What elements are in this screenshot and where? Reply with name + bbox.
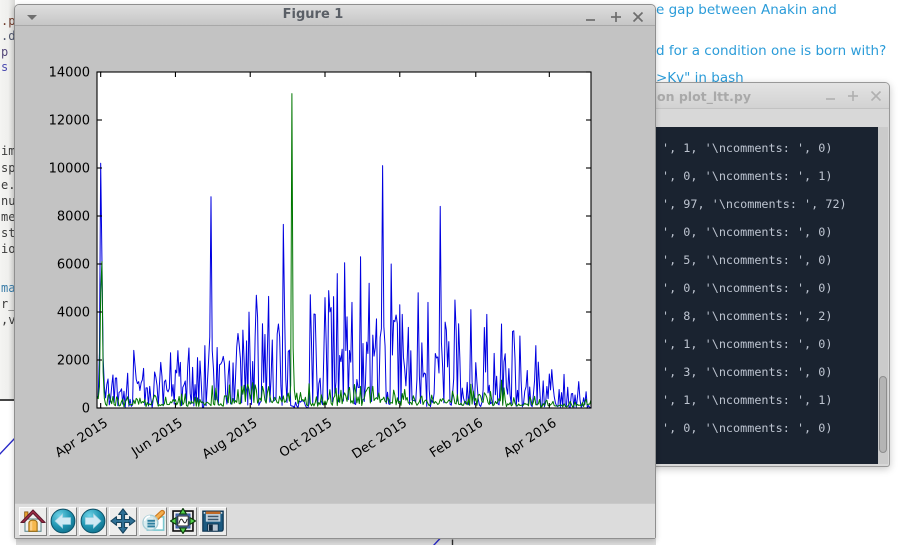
y-tick-label: 12000 [49, 114, 90, 129]
x-tick-label: Aug 2015 [200, 416, 261, 463]
figure-toolbar [15, 503, 655, 538]
editor-code-fragment: p [1, 45, 8, 59]
zoom-button[interactable] [139, 507, 167, 536]
terminal-window[interactable]: on plot_ltt.py ', 1, '\ncomments: ', 0)'… [620, 82, 890, 467]
terminal-output-line: ', 1, '\ncomments: ', 0) [662, 337, 832, 351]
y-tick-label: 8000 [57, 210, 90, 225]
y-tick-label: 10000 [49, 162, 90, 177]
terminal-output-line: ', 1, '\ncomments: ', 1) [662, 393, 832, 407]
terminal-menubar [621, 110, 889, 127]
x-tick-label: Feb 2016 [427, 416, 486, 461]
configure-subplots-icon [170, 508, 196, 534]
forward-button[interactable] [79, 507, 107, 536]
pan-button[interactable] [109, 507, 137, 536]
minimize-icon [584, 10, 598, 24]
terminal-maximize-button[interactable] [846, 89, 860, 103]
maximize-icon [609, 10, 623, 24]
terminal-output-line: ', 0, '\ncomments: ', 1) [662, 169, 832, 183]
home-icon [20, 508, 46, 534]
terminal-scrollbar-thumb[interactable] [879, 376, 887, 453]
terminal-title: on plot_ltt.py [657, 89, 751, 104]
terminal-minimize-button[interactable] [824, 89, 838, 103]
home-button[interactable] [19, 507, 47, 536]
back-icon [50, 508, 76, 534]
close-icon [631, 10, 645, 24]
terminal-output-line: ', 5, '\ncomments: ', 0) [662, 253, 832, 267]
terminal-output-line: ', 0, '\ncomments: ', 0) [662, 225, 832, 239]
background-window-strip [16, 539, 656, 545]
x-tick-label: Dec 2015 [349, 416, 409, 463]
terminal-output-line: ', 8, '\ncomments: ', 2) [662, 309, 832, 323]
y-tick-label: 4000 [57, 306, 90, 321]
zoom-icon [140, 508, 166, 534]
background-chart-line-left [0, 438, 15, 456]
save-icon [200, 508, 226, 534]
pan-icon [110, 508, 136, 534]
terminal-output-line: ', 0, '\ncomments: ', 0) [662, 421, 832, 435]
desktop: .p.dpsimspe.numestiomar_,v e gap between… [0, 0, 910, 545]
terminal-output-line: ', 3, '\ncomments: ', 0) [662, 365, 832, 379]
terminal-output-line: ', 1, '\ncomments: ', 0) [662, 141, 832, 155]
save-button[interactable] [199, 507, 227, 536]
figure-close-button[interactable] [631, 9, 645, 23]
line-chart: 0 2000 4000 6000 8000 10000 12000 14000 Apr 2015… [15, 26, 655, 504]
back-button[interactable] [49, 507, 77, 536]
x-tick-label: Jun 2015 [128, 416, 185, 460]
y-tick-label: 2000 [57, 354, 90, 369]
terminal-close-button[interactable] [869, 89, 883, 103]
minimize-icon [824, 89, 838, 103]
close-icon [869, 89, 883, 103]
x-tick-label: Oct 2015 [277, 416, 335, 461]
terminal-output[interactable]: ', 1, '\ncomments: ', 0) ', 0, '\ncomment… [621, 127, 880, 464]
figure-titlebar[interactable]: Figure 1 [15, 5, 655, 26]
terminal-output-line: ', 97, '\ncomments: ', 72) [662, 197, 847, 211]
forward-icon [80, 508, 106, 534]
editor-code-fragment: s [1, 60, 8, 74]
terminal-titlebar[interactable]: on plot_ltt.py [621, 83, 889, 109]
terminal-scrollbar[interactable] [878, 127, 888, 464]
terminal-output-line: ', 0, '\ncomments: ', 0) [662, 281, 832, 295]
browser-link[interactable]: d for a condition one is born with? [656, 43, 886, 59]
figure-minimize-button[interactable] [584, 9, 598, 23]
figure-maximize-button[interactable] [609, 9, 623, 23]
x-tick-label: Apr 2015 [53, 416, 111, 461]
figure-window[interactable]: Figure 1 0 2000 4000 6000 8000 10000 12000 1400… [14, 4, 656, 539]
browser-link[interactable]: e gap between Anakin and [656, 2, 837, 18]
figure-title: Figure 1 [15, 7, 611, 22]
y-tick-label: 14000 [49, 66, 90, 81]
y-tick-label: 6000 [57, 258, 90, 273]
editor-pane[interactable]: .p.dpsimspe.numestiomar_,v [0, 0, 15, 401]
y-tick-label: 0 [82, 402, 90, 417]
maximize-icon [846, 89, 860, 103]
configure-subplots-button[interactable] [169, 507, 197, 536]
figure-canvas[interactable]: 0 2000 4000 6000 8000 10000 12000 14000 Apr 2015… [15, 26, 655, 504]
x-tick-label: Apr 2016 [501, 416, 559, 461]
